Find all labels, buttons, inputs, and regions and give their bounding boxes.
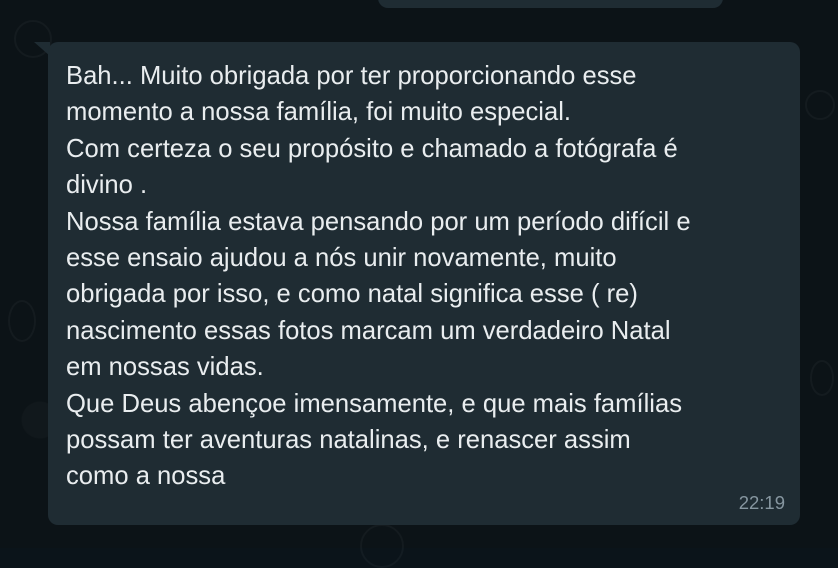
message-timestamp: 22:19 — [738, 492, 785, 513]
background-doodle — [810, 360, 834, 396]
background-doodle — [805, 90, 835, 120]
previous-message-bubble — [378, 0, 723, 8]
background-doodle — [8, 300, 36, 342]
incoming-message-bubble[interactable]: Bah... Muito obrigada por ter proporcion… — [48, 42, 800, 525]
background-doodle — [360, 524, 404, 568]
message-text: Bah... Muito obrigada por ter proporcion… — [66, 62, 691, 491]
